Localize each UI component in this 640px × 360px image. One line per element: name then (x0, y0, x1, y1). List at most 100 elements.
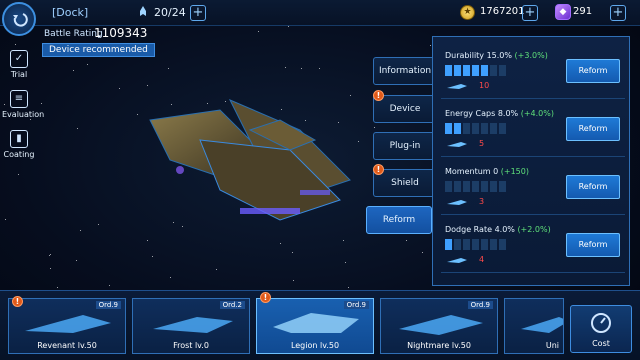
star (301, 68, 302, 69)
star (147, 85, 148, 86)
reform-button[interactable]: Reform (566, 175, 620, 199)
ship-card-legion[interactable]: Ord.9 Legion lv.50 (256, 298, 374, 354)
side-menu-evaluation[interactable]: ≡ Evaluation (2, 90, 44, 119)
ship-card-revenant[interactable]: Ord.9 Revenant lv.50 (8, 298, 126, 354)
stat-level-bar (445, 239, 506, 250)
dock-title: [Dock] (52, 6, 89, 19)
add-coins-button[interactable]: + (522, 5, 538, 21)
ship-thumbnail-icon (25, 315, 111, 333)
level-segment (454, 181, 461, 192)
stat-cost: 3 (479, 197, 485, 206)
star (5, 219, 6, 220)
add-capacity-button[interactable]: + (190, 5, 206, 21)
ship-alert-icon: ! (260, 292, 271, 303)
star (280, 243, 281, 244)
ship-name: Frost lv.0 (173, 341, 209, 350)
ship-thumbnail-icon (153, 317, 233, 333)
clipboard-icon: ≡ (10, 90, 28, 108)
star (147, 240, 148, 241)
level-segment (445, 239, 452, 250)
side-menu-trial[interactable]: ✓ Trial (2, 50, 36, 79)
star (258, 31, 259, 32)
gem-balance: 291 (573, 6, 593, 17)
stat-bonus: (+150) (500, 167, 529, 176)
reform-material-icon (447, 142, 467, 147)
back-button[interactable] (2, 2, 36, 36)
ship-card-frost[interactable]: Ord.2 Frost lv.0 (132, 298, 250, 354)
star (319, 68, 320, 69)
star (73, 70, 74, 71)
device-alert-icon: ! (373, 90, 384, 101)
stat-bonus: (+2.0%) (517, 225, 551, 234)
stat-level-bar (445, 181, 506, 192)
star (15, 44, 16, 45)
level-segment (454, 239, 461, 250)
star (80, 230, 81, 231)
tab-reform[interactable]: Reform (366, 206, 432, 234)
side-menu-coating[interactable]: ▮ Coating (2, 130, 36, 159)
tab-shield[interactable]: Shield (373, 169, 437, 197)
ship-name: Nightmare lv.50 (407, 341, 471, 350)
star (345, 262, 346, 263)
stat-name: Durability 15.0% (445, 51, 512, 60)
star (87, 64, 88, 65)
level-segment (445, 65, 452, 76)
ship-name: Uni (545, 341, 559, 350)
star (374, 127, 375, 128)
star (98, 224, 99, 225)
gem-icon: ◆ (555, 4, 571, 20)
level-segment (481, 239, 488, 250)
star (109, 285, 110, 286)
level-segment (463, 123, 470, 134)
shield-alert-icon: ! (373, 164, 384, 175)
star (30, 119, 31, 120)
level-segment (490, 239, 497, 250)
ship-card-uni[interactable]: Uni (504, 298, 564, 354)
star (406, 240, 407, 241)
level-segment (490, 181, 497, 192)
battle-rating-value: 1109343 (94, 26, 148, 40)
spray-can-icon: ▮ (10, 130, 28, 148)
ship-thumbnail-icon (521, 317, 563, 333)
stat-row: Energy Caps 8.0% (+4.0%) 5 Reform (441, 105, 625, 157)
tab-device[interactable]: Device (373, 95, 437, 123)
stat-row: Durability 15.0% (+3.0%) 10 Reform (441, 47, 625, 99)
coin-icon: ★ (460, 5, 475, 20)
level-segment (499, 239, 506, 250)
level-segment (499, 65, 506, 76)
side-menu-label: Coating (3, 150, 35, 159)
stat-row: Dodge Rate 4.0% (+2.0%) 4 Reform (441, 221, 625, 273)
device-recommended-badge[interactable]: Device recommended (42, 43, 155, 57)
level-segment (445, 181, 452, 192)
star (293, 280, 294, 281)
level-segment (472, 123, 479, 134)
add-gems-button[interactable]: + (610, 5, 626, 21)
coin-balance: 1767201 (480, 6, 525, 17)
tab-plug-in[interactable]: Plug-in (373, 132, 437, 160)
star (50, 268, 51, 269)
reform-button[interactable]: Reform (566, 59, 620, 83)
level-segment (481, 123, 488, 134)
reform-button[interactable]: Reform (566, 117, 620, 141)
star (49, 255, 50, 256)
stat-level-bar (445, 123, 506, 134)
ship-order-badge: Ord.9 (343, 301, 369, 309)
level-segment (472, 239, 479, 250)
reform-button[interactable]: Reform (566, 233, 620, 257)
star (216, 269, 217, 270)
stat-cost: 4 (479, 255, 485, 264)
cost-button[interactable]: Cost (570, 305, 632, 353)
ship-thumbnail-icon (273, 313, 359, 333)
level-segment (481, 181, 488, 192)
checkbox-icon: ✓ (10, 50, 28, 68)
tab-information[interactable]: Information (373, 57, 437, 85)
ship-thumbnail-icon (399, 315, 483, 335)
star (77, 128, 78, 129)
stat-name: Momentum 0 (445, 167, 499, 176)
star (348, 287, 349, 288)
ship-order-badge: Ord.2 (219, 301, 245, 309)
star (50, 254, 51, 255)
ship-card-nightmare[interactable]: Ord.9 Nightmare lv.50 (380, 298, 498, 354)
level-segment (481, 65, 488, 76)
spaceship-model[interactable] (140, 90, 370, 240)
